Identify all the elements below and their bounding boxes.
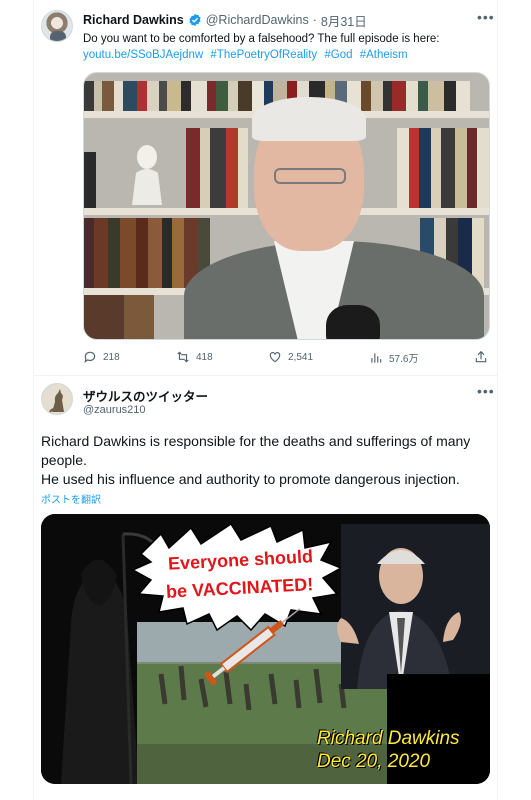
reply-count: 218 bbox=[103, 351, 120, 363]
hashtag-poetry[interactable]: #ThePoetryOfReality bbox=[210, 49, 317, 61]
views-button[interactable]: 57.6万 bbox=[369, 350, 418, 365]
timeline-right-border bbox=[497, 0, 498, 800]
more-horizontal-icon[interactable]: ••• bbox=[477, 9, 495, 25]
microphone bbox=[326, 305, 380, 339]
person-glasses bbox=[274, 168, 346, 184]
tweet-text-line: He used his influence and authority to p… bbox=[41, 471, 460, 487]
video-thumbnail[interactable] bbox=[83, 72, 490, 340]
caption-date: Dec 20, 2020 bbox=[317, 751, 431, 772]
timeline-left-border bbox=[33, 0, 34, 800]
author-name[interactable]: ザウルスのツイッター bbox=[83, 386, 208, 405]
youtube-link[interactable]: youtu.be/SSoBJAejdnw bbox=[83, 49, 203, 61]
tweet-actions: 218 418 2,541 57.6万 bbox=[83, 350, 490, 368]
verified-badge-icon bbox=[189, 13, 201, 27]
reply-button[interactable]: 218 bbox=[83, 350, 120, 364]
hashtag-god[interactable]: #God bbox=[324, 49, 352, 61]
tweet-header: Richard Dawkins @RichardDawkins · 8月31日 bbox=[83, 11, 367, 30]
tweet-text: Do you want to be comforted by a falseho… bbox=[83, 33, 440, 45]
translate-post-link[interactable]: ポストを翻訳 bbox=[41, 491, 101, 506]
like-count: 2,541 bbox=[288, 351, 314, 363]
repost-icon bbox=[177, 351, 189, 363]
author-handle[interactable]: @zaurus210 bbox=[83, 404, 146, 416]
more-horizontal-icon[interactable]: ••• bbox=[477, 383, 495, 399]
share-button[interactable] bbox=[474, 350, 488, 364]
avatar[interactable] bbox=[41, 383, 73, 415]
reply-icon bbox=[84, 351, 96, 364]
tweet-links: youtu.be/SSoBJAejdnw #ThePoetryOfReality… bbox=[83, 47, 483, 63]
heart-icon bbox=[269, 352, 281, 363]
caption-name: Richard Dawkins bbox=[317, 728, 460, 749]
like-button[interactable]: 2,541 bbox=[268, 350, 313, 364]
repost-button[interactable]: 418 bbox=[176, 350, 213, 364]
person-hair bbox=[252, 97, 366, 141]
bust-statue bbox=[132, 145, 162, 205]
hashtag-atheism[interactable]: #Atheism bbox=[360, 49, 408, 61]
separator-dot: · bbox=[312, 13, 317, 27]
tweet-text-line: Richard Dawkins is responsible for the d… bbox=[41, 433, 471, 468]
author-handle[interactable]: @RichardDawkins bbox=[206, 13, 309, 27]
share-icon bbox=[475, 350, 487, 363]
avatar[interactable] bbox=[41, 10, 73, 42]
repost-count: 418 bbox=[196, 351, 213, 363]
meme-image[interactable]: Everyone should be VACCINATED! Richard D… bbox=[41, 514, 490, 784]
author-name[interactable]: Richard Dawkins bbox=[83, 13, 184, 27]
views-bar-chart-icon bbox=[371, 352, 382, 363]
kangaroo-avatar-icon bbox=[42, 384, 72, 414]
tweet-date[interactable]: 8月31日 bbox=[321, 11, 367, 30]
tweet-text: Richard Dawkins is responsible for the d… bbox=[41, 432, 486, 489]
tweet-divider bbox=[33, 375, 498, 376]
views-count: 57.6万 bbox=[389, 354, 419, 365]
